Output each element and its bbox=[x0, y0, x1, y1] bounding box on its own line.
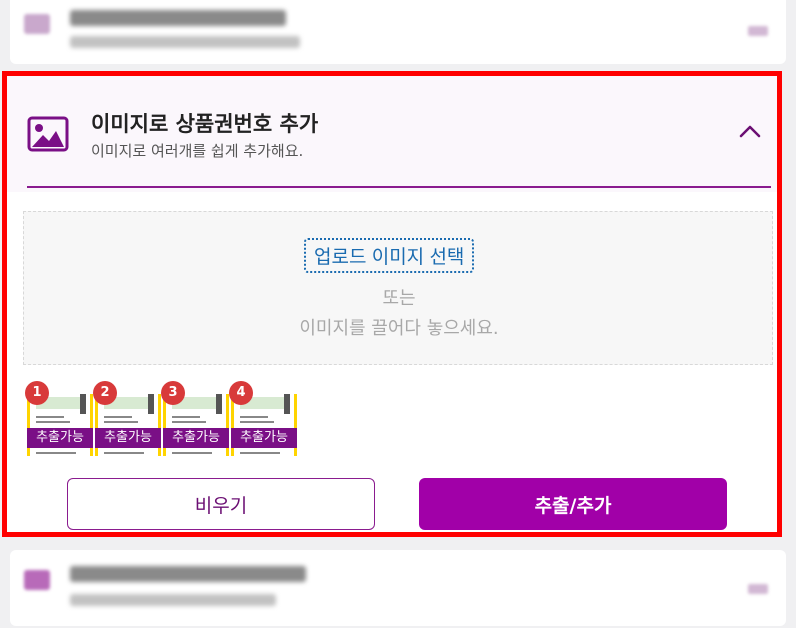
collapsed-section-bottom[interactable] bbox=[10, 550, 786, 626]
number-badge: 3 bbox=[161, 381, 185, 405]
status-badge: 추출가능 bbox=[231, 428, 297, 448]
chevron-down-icon[interactable] bbox=[748, 26, 768, 36]
section-icon bbox=[24, 570, 50, 590]
image-upload-panel: 이미지로 상품권번호 추가 이미지로 여러개를 쉽게 추가해요. 업로드 이미지… bbox=[2, 71, 782, 537]
or-text: 또는 bbox=[382, 288, 416, 309]
blurred-title bbox=[70, 566, 306, 582]
thumbnail-item[interactable]: 추출가능 2 bbox=[93, 381, 161, 456]
thumbnail-item[interactable]: 추출가능 4 bbox=[229, 381, 297, 456]
extract-add-button[interactable]: 추출/추가 bbox=[419, 478, 727, 530]
number-badge: 2 bbox=[93, 381, 117, 405]
chevron-down-icon[interactable] bbox=[748, 584, 768, 594]
status-badge: 추출가능 bbox=[95, 428, 161, 448]
chevron-up-icon[interactable] bbox=[739, 124, 761, 138]
panel-title: 이미지로 상품권번호 추가 bbox=[91, 112, 319, 136]
panel-header[interactable]: 이미지로 상품권번호 추가 이미지로 여러개를 쉽게 추가해요. bbox=[7, 76, 777, 192]
drag-drop-hint: 이미지를 끌어다 놓으세요. bbox=[299, 318, 499, 339]
clear-button[interactable]: 비우기 bbox=[67, 478, 375, 530]
panel-subtitle: 이미지로 여러개를 쉽게 추가해요. bbox=[91, 142, 304, 160]
number-badge: 4 bbox=[229, 381, 253, 405]
status-badge: 추출가능 bbox=[163, 428, 229, 448]
number-badge: 1 bbox=[25, 381, 49, 405]
thumbnail-item[interactable]: 추출가능 1 bbox=[25, 381, 93, 456]
blurred-subtitle bbox=[70, 594, 276, 606]
blurred-subtitle bbox=[70, 36, 300, 48]
collapsed-section-top[interactable] bbox=[10, 0, 786, 64]
blurred-title bbox=[70, 10, 286, 26]
section-icon bbox=[24, 14, 50, 34]
image-icon bbox=[27, 116, 69, 152]
page: 이미지로 상품권번호 추가 이미지로 여러개를 쉽게 추가해요. 업로드 이미지… bbox=[0, 0, 796, 628]
image-dropzone[interactable]: 업로드 이미지 선택 또는 이미지를 끌어다 놓으세요. bbox=[23, 211, 773, 365]
thumbnail-item[interactable]: 추출가능 3 bbox=[161, 381, 229, 456]
status-badge: 추출가능 bbox=[27, 428, 93, 448]
upload-image-button[interactable]: 업로드 이미지 선택 bbox=[304, 238, 475, 273]
header-divider bbox=[27, 186, 771, 188]
